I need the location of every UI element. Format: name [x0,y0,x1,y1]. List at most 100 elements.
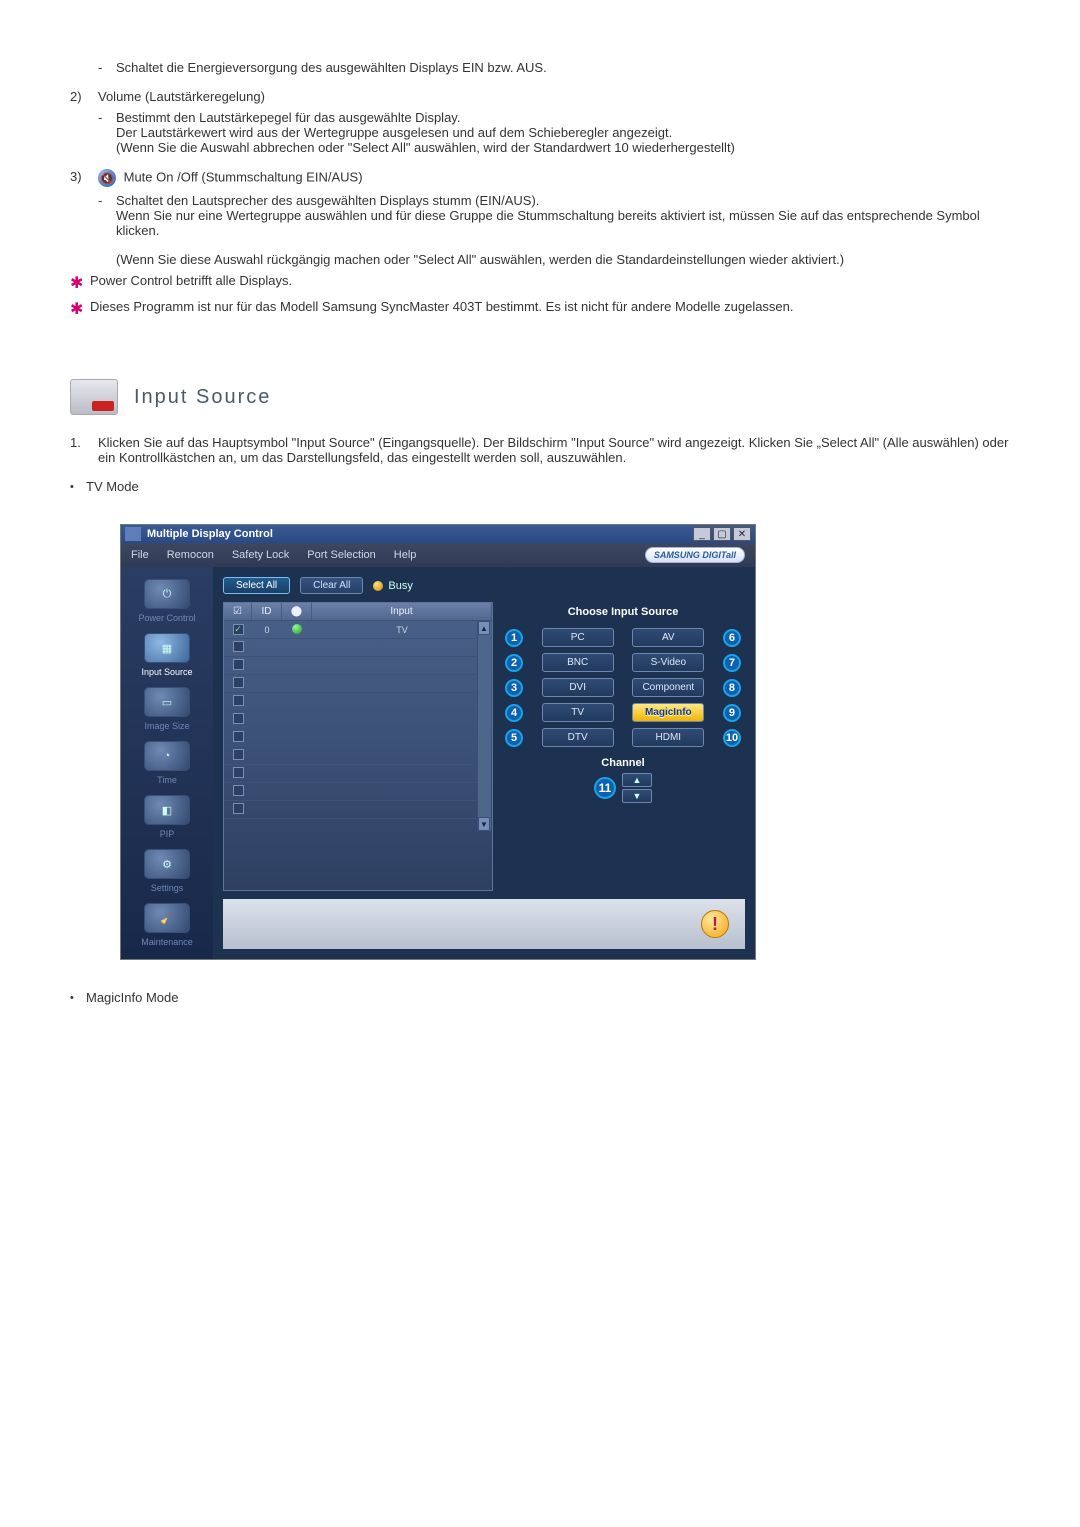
source-tv-button[interactable]: TV [542,703,614,722]
channel-label: Channel [601,757,644,769]
channel-arrows: ▲ ▼ [622,773,652,803]
table-row[interactable]: 0 TV [224,621,492,639]
source-row: 2 BNC S-Video 7 [501,653,745,672]
sidebar-item-settings[interactable]: ⚙ Settings [144,849,190,893]
sidebar-label-maint: Maintenance [141,937,193,947]
list-item-2: 2) Volume (Lautstärkeregelung) - Bestimm… [70,89,1010,155]
mute-icon: 🔇 [98,169,116,187]
table-row[interactable] [224,693,492,711]
clear-all-button[interactable]: Clear All [300,577,363,594]
source-dvi-button[interactable]: DVI [542,678,614,697]
star-icon: ✱ [70,273,90,293]
menu-port-selection[interactable]: Port Selection [307,549,375,561]
time-icon: ◔ [144,741,190,771]
row-checkbox[interactable] [224,624,252,635]
channel-up-button[interactable]: ▲ [622,773,652,787]
table-row[interactable] [224,657,492,675]
sidebar-item-maintenance[interactable]: 🧹 Maintenance [141,903,193,947]
callout-9: 9 [723,704,741,722]
bullet-icon: • [70,479,86,493]
source-row: 3 DVI Component 8 [501,678,745,697]
menu-help[interactable]: Help [394,549,417,561]
list-item-3: 3) 🔇 Mute On /Off (Stummschaltung EIN/AU… [70,169,1010,267]
brand-logo: SAMSUNG DIGITall [645,547,745,563]
callout-3: 3 [505,679,523,697]
image-size-icon: ▭ [144,687,190,717]
table-row[interactable] [224,675,492,693]
display-list: ☑ ID ⬤ Input 0 TV [223,602,493,891]
power-icon: ⏻ [144,579,190,609]
callout-11: 11 [594,777,616,799]
row-id: 0 [252,625,282,635]
step1-text: Klicken Sie auf das Hauptsymbol "Input S… [98,435,1010,465]
star2-text: Dieses Programm ist nur für das Modell S… [90,299,794,314]
dash-marker: - [98,110,116,155]
maximize-button[interactable]: ▢ [713,527,731,541]
sidebar-item-time[interactable]: ◔ Time [144,741,190,785]
item3-line-a: Schaltet den Lautsprecher des ausgewählt… [116,193,1010,208]
source-bnc-button[interactable]: BNC [542,653,614,672]
header-checkbox[interactable]: ☑ [224,603,252,620]
item2-title: Volume (Lautstärkeregelung) [98,89,1010,104]
star-icon: ✱ [70,299,90,319]
sidebar-label-power: Power Control [138,613,195,623]
sidebar-item-input-source[interactable]: ▦ Input Source [141,633,192,677]
item3-body: Schaltet den Lautsprecher des ausgewählt… [116,193,1010,267]
scroll-down-button[interactable]: ▼ [478,817,490,831]
step1-marker: 1. [70,435,98,450]
source-av-button[interactable]: AV [632,628,704,647]
table-row[interactable] [224,711,492,729]
section-header: Input Source [70,379,1010,415]
sidebar-item-power-control[interactable]: ⏻ Power Control [138,579,195,623]
sidebar: ⏻ Power Control ▦ Input Source ▭ Image S… [121,567,213,959]
sidebar-label-image: Image Size [144,721,189,731]
source-row: 1 PC AV 6 [501,628,745,647]
source-pc-button[interactable]: PC [542,628,614,647]
source-hdmi-button[interactable]: HDMI [632,728,704,747]
item3-line-c: (Wenn Sie diese Auswahl rückgängig mache… [116,252,1010,267]
header-status: ⬤ [282,603,312,620]
table-row[interactable] [224,783,492,801]
select-all-button[interactable]: Select All [223,577,290,594]
table-row[interactable] [224,801,492,819]
channel-down-button[interactable]: ▼ [622,789,652,803]
menu-file[interactable]: File [131,549,149,561]
minimize-button[interactable]: _ [693,527,711,541]
sidebar-item-pip[interactable]: ◧ PIP [144,795,190,839]
source-magicinfo-button[interactable]: MagicInfo [632,703,704,722]
source-dtv-button[interactable]: DTV [542,728,614,747]
list-item-1-sub: - Schaltet die Energieversorgung des aus… [70,60,1010,75]
table-row[interactable] [224,639,492,657]
app-screenshot: Multiple Display Control _ ▢ ✕ File Remo… [120,524,756,960]
source-row: 5 DTV HDMI 10 [501,728,745,747]
source-svideo-button[interactable]: S-Video [632,653,704,672]
numbered-step-1: 1. Klicken Sie auf das Hauptsymbol "Inpu… [70,435,1010,465]
list-scrollbar[interactable]: ▲ ▼ [477,621,491,831]
scroll-up-button[interactable]: ▲ [478,621,490,635]
star1-text: Power Control betrifft alle Displays. [90,273,292,288]
sidebar-label-input: Input Source [141,667,192,677]
list-body: 0 TV [224,621,492,831]
input-source-icon: ▦ [144,633,190,663]
source-component-button[interactable]: Component [632,678,704,697]
menu-safety-lock[interactable]: Safety Lock [232,549,289,561]
busy-indicator: Busy [373,580,412,592]
section-title: Input Source [134,386,271,409]
row-input: TV [312,625,492,635]
window-titlebar: Multiple Display Control _ ▢ ✕ [121,525,755,543]
row-status [282,624,312,636]
header-id: ID [252,603,282,620]
menu-remocon[interactable]: Remocon [167,549,214,561]
table-row[interactable] [224,765,492,783]
window-buttons: _ ▢ ✕ [693,527,751,541]
table-row[interactable] [224,747,492,765]
header-input: Input [312,603,492,620]
table-row[interactable] [224,729,492,747]
input-source-section-icon [70,379,118,415]
item3-line-b: Wenn Sie nur eine Wertegruppe auswählen … [116,208,1010,238]
sidebar-item-image-size[interactable]: ▭ Image Size [144,687,190,731]
channel-controls: 11 ▲ ▼ [594,773,652,803]
close-button[interactable]: ✕ [733,527,751,541]
bullet-icon: • [70,990,86,1004]
input-source-pane: Choose Input Source 1 PC AV 6 2 BNC S-Vi… [501,602,745,891]
